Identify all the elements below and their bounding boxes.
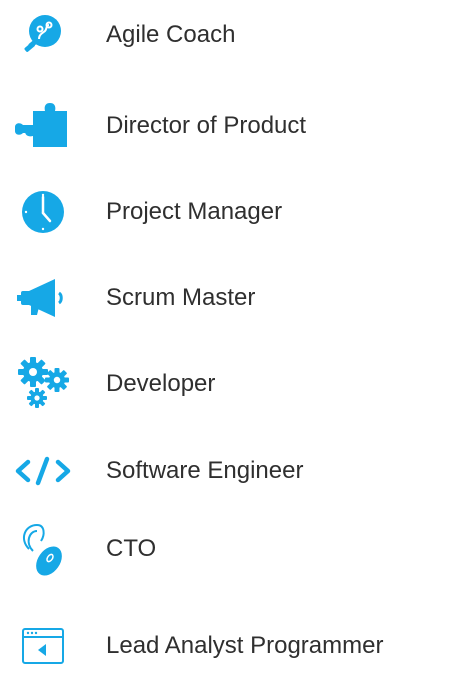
list-item-cto: CTO — [0, 519, 471, 579]
clock-icon — [8, 182, 78, 242]
lightbulb-icon — [8, 5, 78, 65]
megaphone-icon — [8, 268, 78, 328]
code-icon — [8, 441, 78, 501]
role-label: Director of Product — [106, 112, 307, 139]
list-item-director-of-product: Director of Product — [0, 96, 471, 156]
role-label: Software Engineer — [106, 457, 304, 484]
list-item-software-engineer: Software Engineer — [0, 441, 471, 501]
list-item-agile-coach: Agile Coach — [0, 5, 471, 65]
gears-icon — [8, 354, 78, 414]
role-label: Project Manager — [106, 198, 283, 225]
mouse-icon — [8, 519, 78, 579]
role-label: CTO — [106, 535, 157, 562]
role-label: Developer — [106, 370, 216, 397]
puzzle-piece-icon — [8, 96, 78, 156]
browser-window-icon — [8, 616, 78, 676]
role-label: Agile Coach — [106, 21, 236, 48]
role-label: Lead Analyst Programmer — [106, 632, 384, 659]
list-item-lead-analyst-programmer: Lead Analyst Programmer — [0, 616, 471, 676]
role-label: Scrum Master — [106, 284, 256, 311]
list-item-developer: Developer — [0, 354, 471, 414]
list-item-project-manager: Project Manager — [0, 182, 471, 242]
list-item-scrum-master: Scrum Master — [0, 268, 471, 328]
